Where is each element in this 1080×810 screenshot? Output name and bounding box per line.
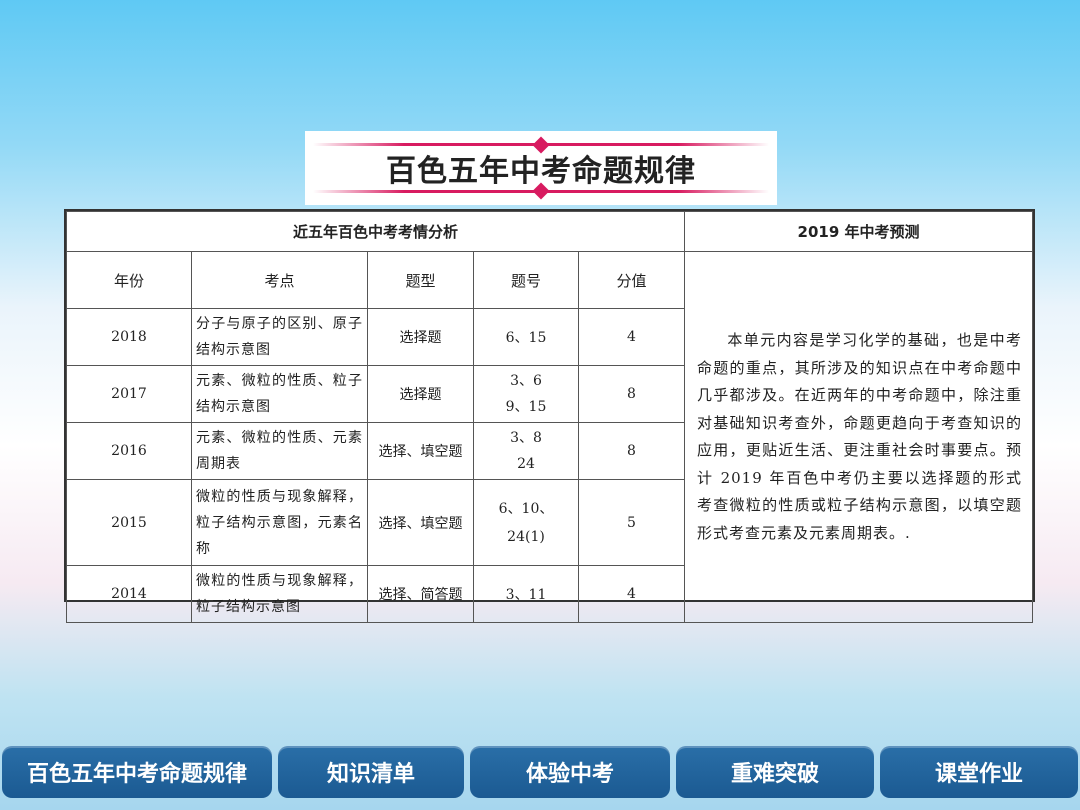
nav-button-homework[interactable]: 课堂作业 [880, 746, 1078, 798]
nav-button-experience-exam[interactable]: 体验中考 [470, 746, 670, 798]
cell-year: 2015 [66, 479, 192, 566]
analysis-header: 近五年百色中考考情分析 [65, 211, 686, 252]
cell-number-line1: 3、8 [510, 430, 542, 446]
cell-number: 6、10、 24(1) [473, 479, 579, 566]
cell-number: 3、11 [473, 565, 579, 623]
cell-number-line2: 9、15 [505, 399, 547, 415]
cell-topic: 元素、微粒的性质、粒子结构示意图 [191, 365, 368, 423]
cell-topic: 微粒的性质与现象解释，粒子结构示意图，元素名称 [191, 479, 368, 566]
prediction-cell: 本单元内容是学习化学的基础，也是中考命题的重点，其所涉及的知识点在中考命题中几乎… [684, 251, 1033, 623]
prediction-header: 2019 年中考预测 [684, 211, 1033, 252]
banner-bottom-line [313, 190, 769, 193]
cell-type: 选择题 [367, 365, 474, 423]
nav-button-key-difficulties[interactable]: 重难突破 [676, 746, 874, 798]
cell-topic: 分子与原子的区别、原子结构示意图 [191, 308, 368, 366]
cell-number-line1: 3、6 [510, 373, 542, 389]
cell-number-line1: 6、10、 [498, 500, 554, 517]
cell-score: 4 [577, 308, 686, 366]
cell-year: 2016 [66, 422, 192, 480]
cell-number-line2: 24(1) [507, 528, 545, 545]
cell-number: 3、8 24 [473, 422, 579, 480]
cell-score: 8 [577, 365, 686, 423]
cell-number-line1: 3、11 [505, 587, 547, 603]
cell-topic: 元素、微粒的性质、元素周期表 [191, 422, 368, 480]
cell-type: 选择、简答题 [367, 565, 474, 623]
nav-button-knowledge-list[interactable]: 知识清单 [278, 746, 464, 798]
cell-score: 4 [577, 565, 686, 623]
cell-type: 选择题 [367, 308, 474, 366]
cell-topic: 微粒的性质与现象解释，粒子结构示意图 [191, 565, 368, 623]
cell-score: 8 [577, 422, 686, 480]
prediction-text: 本单元内容是学习化学的基础，也是中考命题的重点，其所涉及的知识点在中考命题中几乎… [697, 331, 1022, 542]
cell-type: 选择、填空题 [367, 422, 474, 480]
col-header-type: 题型 [367, 251, 474, 309]
col-header-score: 分值 [577, 251, 686, 309]
cell-number: 3、6 9、15 [473, 365, 579, 423]
cell-score: 5 [577, 479, 686, 566]
title-banner: 百色五年中考命题规律 [305, 131, 777, 205]
col-header-year: 年份 [66, 251, 192, 309]
cell-number-line2: 24 [517, 456, 535, 472]
col-header-number: 题号 [473, 251, 579, 309]
cell-number-line1: 6、15 [505, 330, 547, 346]
cell-type: 选择、填空题 [367, 479, 474, 566]
nav-button-exam-pattern[interactable]: 百色五年中考命题规律 [2, 746, 272, 798]
exam-analysis-table: 近五年百色中考考情分析 2019 年中考预测 年份 考点 题型 题号 分值 本单… [64, 209, 1035, 623]
cell-year: 2014 [66, 565, 192, 623]
col-header-topic: 考点 [191, 251, 368, 309]
cell-number: 6、15 [473, 308, 579, 366]
cell-year: 2017 [66, 365, 192, 423]
cell-year: 2018 [66, 308, 192, 366]
